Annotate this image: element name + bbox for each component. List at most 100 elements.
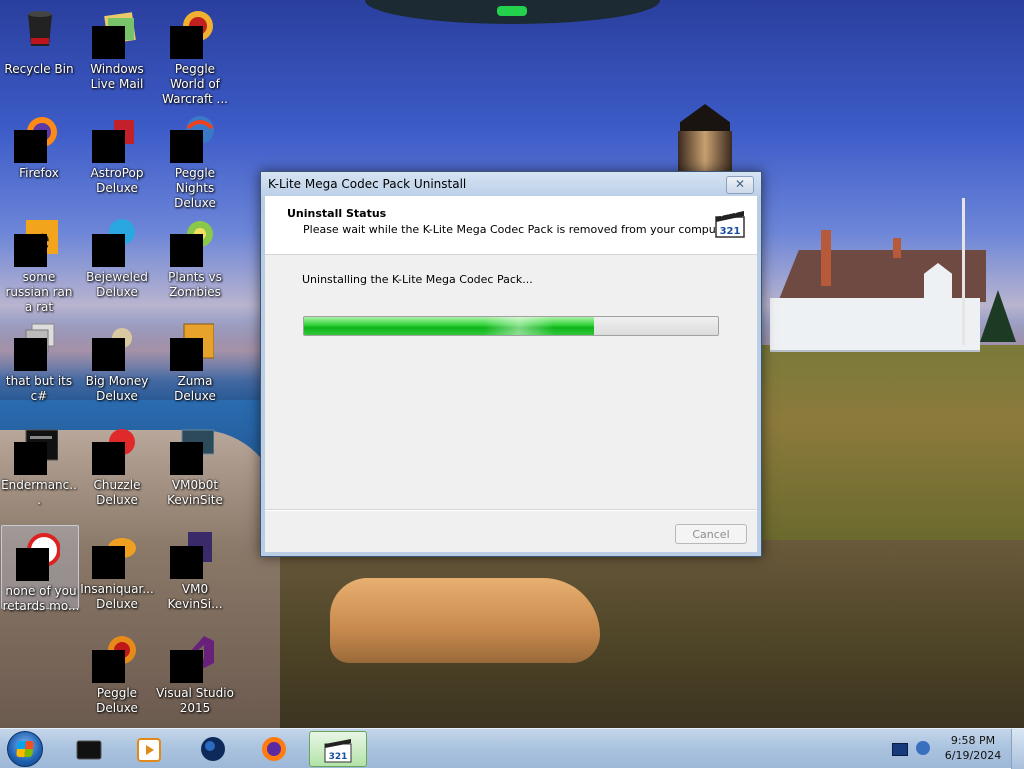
- desktop-icon-vm0b0t-kevinsite[interactable]: VM0b0t KevinSite: [156, 420, 234, 520]
- desktop-icon-label: Visual Studio 2015: [156, 686, 234, 715]
- desktop-icon-visual-studio-2015[interactable]: Visual Studio 2015: [156, 628, 234, 728]
- redacted-icon: [170, 546, 203, 579]
- desktop-gadget[interactable]: [365, 0, 660, 24]
- desktop-icon-label: Peggle Nights Deluxe: [174, 166, 216, 210]
- desktop-icon-label: VM0 KevinSi...: [167, 582, 223, 611]
- desktop-icon-label: AstroPop Deluxe: [90, 166, 144, 195]
- k-lite-321-icon: 321: [324, 739, 352, 763]
- wallpaper-boulder: [330, 578, 600, 663]
- network-icon[interactable]: [892, 743, 908, 756]
- globe-icon: [201, 737, 225, 761]
- desktop-icon-label: Zuma Deluxe: [174, 374, 216, 403]
- desktop-icon-label: Bejeweled Deluxe: [86, 270, 148, 299]
- desktop-icon-none-of-you[interactable]: none of you retards mo...: [1, 525, 79, 613]
- volume-icon[interactable]: [916, 741, 930, 755]
- redacted-icon: [92, 338, 125, 371]
- taskbar-item-firefox[interactable]: [248, 731, 300, 767]
- desktop-icon-astropop-deluxe[interactable]: AstroPop Deluxe: [78, 108, 156, 208]
- redacted-icon: [170, 442, 203, 475]
- desktop-icon-label: Recycle Bin: [4, 62, 74, 76]
- start-button[interactable]: [7, 731, 43, 767]
- wallpaper-lighthouse-roof: [680, 104, 730, 132]
- desktop-icon-plants-vs-zombies[interactable]: Plants vs Zombies: [156, 212, 234, 312]
- status-text: Uninstalling the K-Lite Mega Codec Pack.…: [302, 273, 533, 286]
- desktop-icon-label: Insaniquar... Deluxe: [80, 582, 154, 611]
- desktop-icon-firefox[interactable]: Firefox: [0, 108, 78, 208]
- redacted-icon: [92, 546, 125, 579]
- wallpaper-chimney: [893, 238, 901, 258]
- header-subtitle: Please wait while the K-Lite Mega Codec …: [303, 223, 734, 236]
- desktop-icon-that-but-its-csharp[interactable]: that but its c#: [0, 316, 78, 416]
- desktop-icon-label: Peggle Deluxe: [96, 686, 138, 715]
- desktop-icon-big-money-deluxe[interactable]: Big Money Deluxe: [78, 316, 156, 416]
- desktop-icon-label: none of you retards mo...: [2, 584, 80, 613]
- desktop-icon-endermanc[interactable]: Endermanc...: [0, 420, 78, 520]
- wallpaper-house: [770, 298, 980, 352]
- redacted-icon: [170, 234, 203, 267]
- clock-time: 9:58 PM: [950, 734, 996, 747]
- desktop-icon-label: Endermanc...: [1, 478, 77, 507]
- terminal-icon: [76, 740, 102, 760]
- wallpaper-house-roof: [778, 250, 986, 302]
- dialog-header: Uninstall Status Please wait while the K…: [265, 196, 757, 255]
- cancel-button[interactable]: Cancel: [675, 524, 747, 544]
- desktop-icon-zuma-deluxe[interactable]: Zuma Deluxe: [156, 316, 234, 416]
- desktop-icon-windows-live-mail[interactable]: Windows Live Mail: [78, 4, 156, 104]
- desktop-icon-peggle-deluxe[interactable]: Peggle Deluxe: [78, 628, 156, 728]
- desktop-icon-insaniquarium-deluxe[interactable]: Insaniquar... Deluxe: [78, 524, 156, 624]
- progress-shine: [484, 317, 554, 335]
- redacted-icon: [92, 26, 125, 59]
- redacted-icon: [14, 442, 47, 475]
- close-icon: ✕: [734, 177, 746, 191]
- desktop-icon-label: VM0b0t KevinSite: [167, 478, 223, 507]
- windows-start-icon: [16, 741, 34, 757]
- wallpaper-lighthouse-lantern: [678, 131, 732, 171]
- wallpaper-chimney: [821, 230, 831, 286]
- desktop-icon-recycle-bin[interactable]: Recycle Bin: [0, 4, 78, 104]
- desktop-icon-chuzzle-deluxe[interactable]: Chuzzle Deluxe: [78, 420, 156, 520]
- desktop-icon-label: Peggle World of Warcraft ...: [162, 62, 228, 106]
- clock-date: 6/19/2024: [944, 749, 1002, 762]
- dialog-title: K-Lite Mega Codec Pack Uninstall: [268, 177, 467, 191]
- redacted-icon: [170, 650, 203, 683]
- close-button[interactable]: ✕: [726, 176, 754, 194]
- desktop-icon-label: Plants vs Zombies: [168, 270, 222, 299]
- desktop-icon-peggle-nights-deluxe[interactable]: Peggle Nights Deluxe: [156, 108, 234, 210]
- uninstall-dialog: K-Lite Mega Codec Pack Uninstall ✕ Unins…: [260, 171, 762, 557]
- desktop-icon-label: some russian ran a rat: [5, 270, 73, 314]
- desktop-icon-label: Big Money Deluxe: [85, 374, 149, 403]
- redacted-icon: [170, 338, 203, 371]
- taskbar-item-terminal[interactable]: [63, 731, 115, 767]
- taskbar-item-media-player[interactable]: [123, 731, 175, 767]
- show-desktop-button[interactable]: [1011, 729, 1024, 769]
- redacted-icon: [92, 442, 125, 475]
- taskbar: 321 9:58 PM 6/19/2024: [0, 728, 1024, 769]
- desktop-icon-label: Firefox: [19, 166, 59, 180]
- dialog-titlebar[interactable]: K-Lite Mega Codec Pack Uninstall ✕: [261, 172, 761, 196]
- taskbar-item-globe[interactable]: [187, 731, 239, 767]
- desktop-icon-label: that but its c#: [5, 374, 73, 403]
- desktop-icon-some-russian-ran-a-rat[interactable]: e some russian ran a rat: [0, 212, 78, 314]
- clock[interactable]: 9:58 PM 6/19/2024: [940, 733, 1006, 763]
- redacted-icon: [14, 234, 47, 267]
- system-tray: 9:58 PM 6/19/2024: [885, 729, 1024, 769]
- redacted-icon: [16, 548, 49, 581]
- taskbar-item-k-lite[interactable]: 321: [309, 731, 367, 767]
- desktop-icon-vm0-kevinsite[interactable]: VM0 KevinSi...: [156, 524, 234, 624]
- firefox-icon: [262, 737, 286, 761]
- redacted-icon: [170, 130, 203, 163]
- logo-text: 321: [720, 226, 741, 237]
- desktop-icon-bejeweled-deluxe[interactable]: Bejeweled Deluxe: [78, 212, 156, 312]
- recycle-bin-icon: [28, 11, 52, 46]
- redacted-icon: [92, 130, 125, 163]
- taskbar-item-text: 321: [329, 752, 348, 762]
- redacted-icon: [14, 338, 47, 371]
- redacted-icon: [170, 26, 203, 59]
- desktop-icon-label: Chuzzle Deluxe: [93, 478, 141, 507]
- redacted-icon: [92, 650, 125, 683]
- desktop-icon-peggle-world-of-warcraft[interactable]: Peggle World of Warcraft ...: [156, 4, 234, 106]
- k-lite-logo-icon: 321: [715, 209, 745, 238]
- media-player-icon: [137, 738, 161, 762]
- redacted-icon: [92, 234, 125, 267]
- footer-divider: [265, 509, 757, 511]
